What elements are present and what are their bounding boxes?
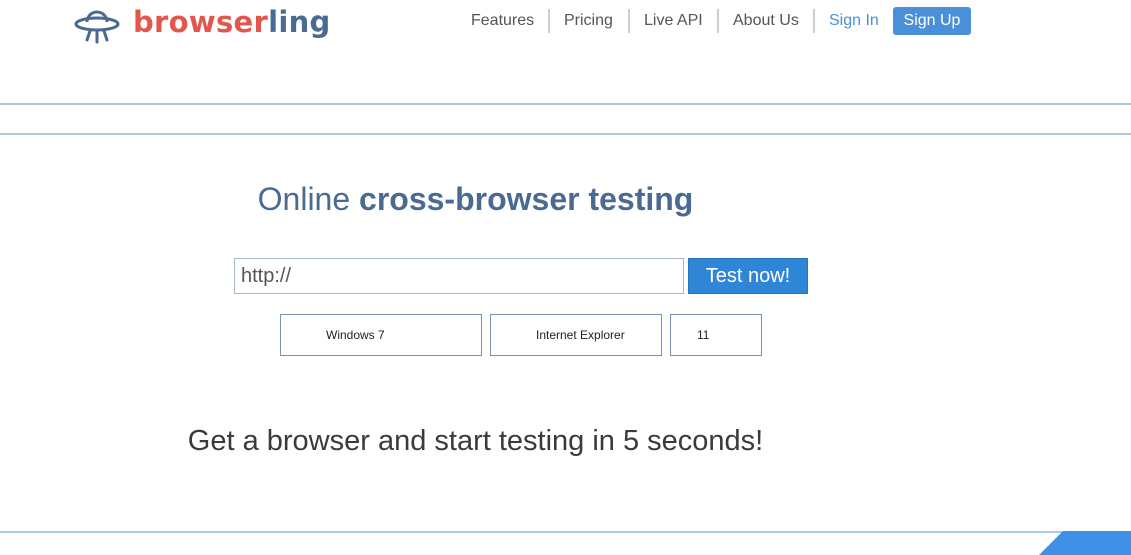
nav-pricing[interactable]: Pricing <box>564 7 613 35</box>
nav-divider <box>717 9 719 33</box>
header-divider-line <box>0 103 1131 105</box>
corner-accent <box>1063 531 1131 555</box>
nav-live-api[interactable]: Live API <box>644 7 703 35</box>
url-input[interactable] <box>234 258 684 294</box>
corner-accent-slope <box>1039 531 1063 555</box>
test-now-button[interactable]: Test now! <box>688 258 808 294</box>
os-select[interactable]: Windows 7 <box>280 314 482 356</box>
section-divider-line <box>0 133 1131 135</box>
tagline: Get a browser and start testing in 5 sec… <box>187 425 764 457</box>
nav-divider <box>813 9 815 33</box>
title-plain: Online <box>257 181 360 217</box>
browser-select[interactable]: Internet Explorer <box>490 314 662 356</box>
version-select[interactable]: 11 <box>670 314 762 356</box>
nav-about-us[interactable]: About Us <box>733 7 799 35</box>
sign-up-button[interactable]: Sign Up <box>893 7 971 35</box>
footer-divider-line <box>0 531 1131 533</box>
nav-divider <box>548 9 550 33</box>
nav-divider <box>628 9 630 33</box>
sign-in-link[interactable]: Sign In <box>829 7 879 35</box>
top-nav: Features Pricing Live API About Us Sign … <box>0 7 1131 35</box>
page-title: Online cross-browser testing <box>0 181 1041 218</box>
title-bold: cross-browser testing <box>359 181 694 217</box>
nav-features[interactable]: Features <box>471 7 534 35</box>
